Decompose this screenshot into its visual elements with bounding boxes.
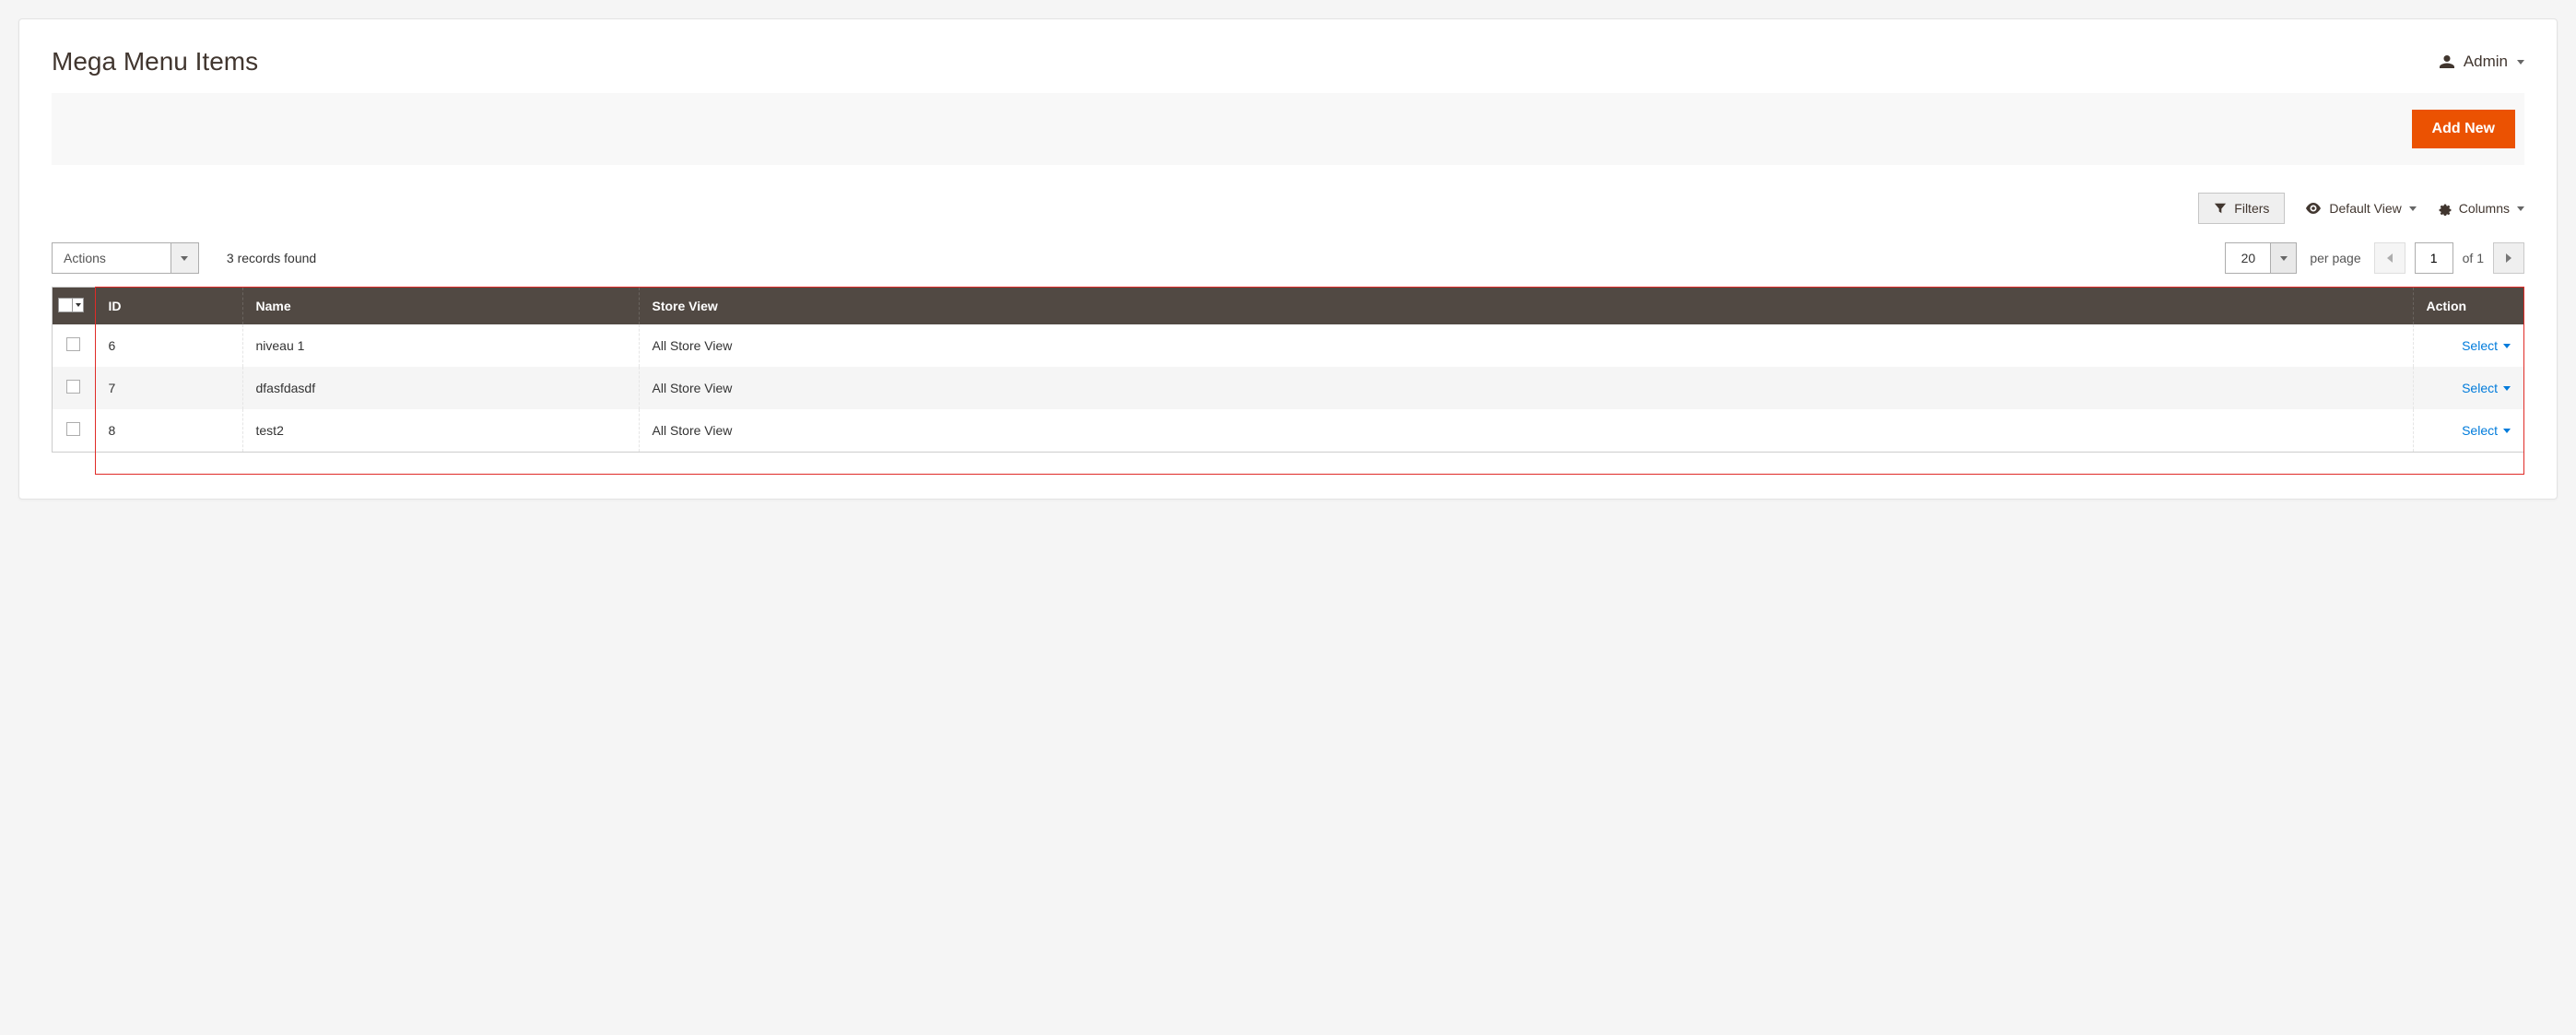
page-panel: Mega Menu Items Admin Add New Filters De… bbox=[18, 18, 2558, 500]
grid-controls-left: Actions 3 records found bbox=[52, 242, 316, 274]
filters-button[interactable]: Filters bbox=[2198, 193, 2285, 224]
select-all-header[interactable] bbox=[53, 288, 95, 324]
page-header: Mega Menu Items Admin bbox=[52, 47, 2524, 76]
grid-toolbar: Filters Default View Columns bbox=[52, 193, 2524, 224]
table-row: 8test2All Store View Select bbox=[53, 409, 2523, 452]
chevron-down-icon bbox=[2517, 206, 2524, 211]
funnel-icon bbox=[2214, 202, 2227, 215]
columns-button[interactable]: Columns bbox=[2437, 201, 2524, 216]
row-checkbox[interactable] bbox=[66, 380, 80, 394]
row-action-label: Select bbox=[2462, 381, 2498, 395]
row-action-select[interactable]: Select bbox=[2462, 381, 2511, 395]
per-page-label: per page bbox=[2310, 251, 2360, 265]
current-page-input[interactable] bbox=[2415, 242, 2453, 274]
next-page-button[interactable] bbox=[2493, 242, 2524, 274]
chevron-right-icon bbox=[2506, 253, 2511, 263]
cell-name: niveau 1 bbox=[242, 324, 639, 367]
row-action-label: Select bbox=[2462, 338, 2498, 353]
cell-store-view: All Store View bbox=[639, 367, 2413, 409]
row-checkbox-cell bbox=[53, 324, 95, 367]
admin-user-name: Admin bbox=[2464, 53, 2508, 71]
chevron-down-icon bbox=[2280, 256, 2288, 261]
column-header-id[interactable]: ID bbox=[95, 288, 242, 324]
cell-action: Select bbox=[2413, 409, 2523, 452]
grid-controls-right: 20 per page of 1 bbox=[2225, 242, 2524, 274]
grid-wrap: ID Name Store View Action 6niveau 1All S… bbox=[52, 287, 2524, 453]
cell-action: Select bbox=[2413, 367, 2523, 409]
cell-id: 7 bbox=[95, 367, 242, 409]
chevron-down-icon bbox=[2503, 344, 2511, 348]
grid-controls: Actions 3 records found 20 per page of bbox=[52, 242, 2524, 274]
mass-actions-dropdown[interactable]: Actions bbox=[52, 242, 199, 274]
add-new-button[interactable]: Add New bbox=[2412, 110, 2515, 148]
cell-id: 8 bbox=[95, 409, 242, 452]
mass-actions-label: Actions bbox=[53, 243, 171, 273]
row-checkbox-cell bbox=[53, 367, 95, 409]
per-page-value: 20 bbox=[2226, 243, 2270, 273]
table-row: 7dfasfdasdfAll Store View Select bbox=[53, 367, 2523, 409]
cell-name: dfasfdasdf bbox=[242, 367, 639, 409]
cell-name: test2 bbox=[242, 409, 639, 452]
default-view-button[interactable]: Default View bbox=[2305, 201, 2416, 216]
cell-action: Select bbox=[2413, 324, 2523, 367]
column-header-action: Action bbox=[2413, 288, 2523, 324]
primary-action-bar: Add New bbox=[52, 93, 2524, 165]
chevron-down-icon bbox=[2503, 386, 2511, 391]
row-action-select[interactable]: Select bbox=[2462, 423, 2511, 438]
records-found-label: 3 records found bbox=[227, 251, 316, 265]
chevron-down-icon bbox=[2517, 60, 2524, 65]
per-page-toggle[interactable] bbox=[2270, 243, 2296, 273]
row-checkbox[interactable] bbox=[66, 337, 80, 351]
columns-label: Columns bbox=[2459, 201, 2510, 216]
filters-label: Filters bbox=[2234, 201, 2269, 216]
select-all-checkbox[interactable] bbox=[58, 298, 84, 312]
data-grid: ID Name Store View Action 6niveau 1All S… bbox=[53, 288, 2523, 452]
default-view-label: Default View bbox=[2329, 201, 2401, 216]
gear-icon bbox=[2437, 201, 2452, 216]
row-checkbox-cell bbox=[53, 409, 95, 452]
row-checkbox[interactable] bbox=[66, 422, 80, 436]
pager: of 1 bbox=[2374, 242, 2524, 274]
user-icon bbox=[2440, 54, 2454, 69]
chevron-left-icon bbox=[2387, 253, 2393, 263]
cell-id: 6 bbox=[95, 324, 242, 367]
eye-icon bbox=[2305, 203, 2322, 214]
row-action-select[interactable]: Select bbox=[2462, 338, 2511, 353]
total-pages-label: of 1 bbox=[2463, 251, 2484, 265]
column-header-name[interactable]: Name bbox=[242, 288, 639, 324]
admin-account-menu[interactable]: Admin bbox=[2440, 53, 2524, 71]
cell-store-view: All Store View bbox=[639, 324, 2413, 367]
chevron-down-icon bbox=[2409, 206, 2417, 211]
chevron-down-icon bbox=[76, 303, 81, 307]
per-page-selector[interactable]: 20 bbox=[2225, 242, 2297, 274]
cell-store-view: All Store View bbox=[639, 409, 2413, 452]
prev-page-button[interactable] bbox=[2374, 242, 2405, 274]
page-title: Mega Menu Items bbox=[52, 47, 258, 76]
column-header-store-view[interactable]: Store View bbox=[639, 288, 2413, 324]
chevron-down-icon bbox=[181, 256, 188, 261]
chevron-down-icon bbox=[2503, 429, 2511, 433]
row-action-label: Select bbox=[2462, 423, 2498, 438]
mass-actions-toggle[interactable] bbox=[171, 243, 198, 273]
table-row: 6niveau 1All Store View Select bbox=[53, 324, 2523, 367]
